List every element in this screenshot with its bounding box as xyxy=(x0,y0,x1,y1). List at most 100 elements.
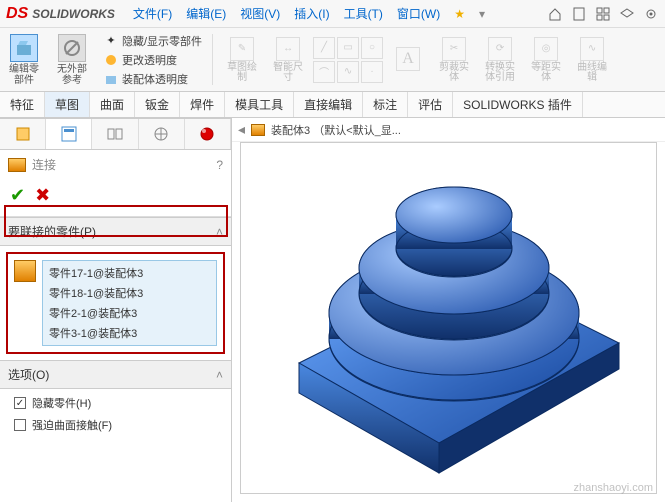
tab-sketch[interactable]: 草图 xyxy=(45,92,90,117)
hide-show-label: 隐藏/显示零部件 xyxy=(122,33,202,49)
scissors-icon: ✂ xyxy=(442,37,466,61)
convert-button[interactable]: ⟳ 转换实 体引用 xyxy=(479,32,521,88)
list-item[interactable]: 零件18-1@装配体3 xyxy=(45,283,214,303)
side-tab-feature-tree[interactable] xyxy=(0,119,46,149)
curve-button[interactable]: ∿ 曲线编 辑 xyxy=(571,32,613,88)
menu-tools[interactable]: 工具(T) xyxy=(338,2,389,25)
breadcrumb-row: ◂ 装配体3 （默认<默认_显... xyxy=(232,118,665,142)
ok-button[interactable]: ✔ xyxy=(10,185,25,206)
options-section-label: 选项(O) xyxy=(8,366,49,383)
side-tabstrip xyxy=(0,118,231,150)
parts-section-header[interactable]: 要联接的零件(P) ˄ xyxy=(0,217,231,246)
trim-label: 剪裁实 体 xyxy=(439,63,469,83)
model-render xyxy=(259,153,639,483)
side-tab-dimxpert[interactable] xyxy=(139,119,185,149)
tab-weldments[interactable]: 焊件 xyxy=(180,92,225,117)
menu-window[interactable]: 窗口(W) xyxy=(391,2,446,25)
no-ext-ref-button[interactable]: 无外部 参考 xyxy=(48,28,96,91)
menu-star[interactable]: ★ xyxy=(448,4,471,24)
text-tool-button[interactable]: A xyxy=(387,32,429,88)
trim-button[interactable]: ✂ 剪裁实 体 xyxy=(433,32,475,88)
change-trans-button[interactable]: 更改透明度 xyxy=(104,52,202,68)
collapse-icon[interactable]: ˄ xyxy=(216,368,223,382)
cube-trans-icon xyxy=(104,72,118,86)
convert-icon: ⟳ xyxy=(488,37,512,61)
logo-text: SOLIDWORKS xyxy=(32,7,115,21)
offset-button[interactable]: ◎ 等距实 体 xyxy=(525,32,567,88)
rect-tool-icon[interactable]: ▭ xyxy=(337,37,359,59)
hide-show-button[interactable]: ✦ 隐藏/显示零部件 xyxy=(104,33,202,49)
pencil-icon: ✎ xyxy=(230,37,254,61)
property-manager-panel: 连接 ? ✔ ✖ 要联接的零件(P) ˄ 零件17-1@装配体3 零件18-1@… xyxy=(0,118,232,502)
menu-insert[interactable]: 插入(I) xyxy=(288,2,335,25)
assembly-icon xyxy=(251,124,265,136)
force-surface-checkbox[interactable]: 强迫曲面接触(F) xyxy=(14,417,217,433)
line-tool-icon[interactable]: ╱ xyxy=(313,37,335,59)
menu-icon-group xyxy=(547,6,659,22)
menu-file[interactable]: 文件(F) xyxy=(127,2,178,25)
command-title-row: 连接 ? xyxy=(0,150,231,179)
help-icon[interactable]: ? xyxy=(216,158,223,172)
wand-icon: ✦ xyxy=(104,34,118,48)
hide-parts-checkbox[interactable]: ✓ 隐藏零件(H) xyxy=(14,395,217,411)
arc-tool-icon[interactable]: ⌒ xyxy=(313,61,335,83)
breadcrumb-back-icon[interactable]: ◂ xyxy=(238,121,245,138)
toolbar-right-group: ✎ 草图绘 制 ↔ 智能尺 寸 ╱ ▭ ○ ⌒ ∿ · A ✂ 剪裁实 体 ⟳ … xyxy=(215,28,665,91)
options-body: ✓ 隐藏零件(H) 强迫曲面接触(F) xyxy=(0,389,231,439)
side-tab-property-manager[interactable] xyxy=(46,119,92,149)
tab-directedit[interactable]: 直接编辑 xyxy=(294,92,363,117)
dimension-icon: ↔ xyxy=(276,37,300,61)
convert-label: 转换实 体引用 xyxy=(485,63,515,83)
edit-part-icon xyxy=(10,34,38,62)
visibility-group: ✦ 隐藏/显示零部件 更改透明度 装配体透明度 xyxy=(96,28,210,91)
app-logo: DS SOLIDWORKS xyxy=(6,5,115,23)
part-filter-icon[interactable] xyxy=(14,260,36,282)
cancel-button[interactable]: ✖ xyxy=(35,185,50,206)
sketch-tool-button[interactable]: ✎ 草图绘 制 xyxy=(221,32,263,88)
command-title: 连接 xyxy=(32,156,56,173)
breadcrumb-label[interactable]: 装配体3 （默认<默认_显... xyxy=(271,122,401,138)
tab-moldtools[interactable]: 模具工具 xyxy=(225,92,294,117)
checkbox-checked-icon: ✓ xyxy=(14,397,26,409)
logo-swirl-icon: DS xyxy=(6,5,28,23)
new-doc-icon[interactable] xyxy=(571,6,587,22)
sphere-icon xyxy=(104,53,118,67)
parts-selection-list[interactable]: 零件17-1@装配体3 零件18-1@装配体3 零件2-1@装配体3 零件3-1… xyxy=(42,260,217,346)
list-item[interactable]: 零件17-1@装配体3 xyxy=(45,263,214,283)
list-item[interactable]: 零件3-1@装配体3 xyxy=(45,323,214,343)
circle-tool-icon[interactable]: ○ xyxy=(361,37,383,59)
list-item[interactable]: 零件2-1@装配体3 xyxy=(45,303,214,323)
grid-icon[interactable] xyxy=(595,6,611,22)
change-trans-label: 更改透明度 xyxy=(122,52,177,68)
layers-icon[interactable] xyxy=(619,6,635,22)
tab-annotate[interactable]: 标注 xyxy=(363,92,408,117)
assy-trans-button[interactable]: 装配体透明度 xyxy=(104,71,202,87)
menu-view[interactable]: 视图(V) xyxy=(234,2,286,25)
tab-features[interactable]: 特征 xyxy=(0,92,45,117)
menu-edit[interactable]: 编辑(E) xyxy=(180,2,232,25)
tab-surface[interactable]: 曲面 xyxy=(90,92,135,117)
smart-dim-button[interactable]: ↔ 智能尺 寸 xyxy=(267,32,309,88)
text-icon: A xyxy=(396,47,420,71)
tab-evaluate[interactable]: 评估 xyxy=(408,92,453,117)
tab-plugins[interactable]: SOLIDWORKS 插件 xyxy=(453,92,583,117)
parts-section-label: 要联接的零件(P) xyxy=(8,223,96,240)
graphics-viewport[interactable]: ◂ 装配体3 （默认<默认_显... xyxy=(232,118,665,502)
spline-tool-icon[interactable]: ∿ xyxy=(337,61,359,83)
parts-to-join-box: 零件17-1@装配体3 零件18-1@装配体3 零件2-1@装配体3 零件3-1… xyxy=(6,252,225,354)
edit-part-button[interactable]: 编辑零 部件 xyxy=(0,28,48,91)
sketch-tools-grid: ╱ ▭ ○ ⌒ ∿ · xyxy=(313,37,383,83)
model-view[interactable] xyxy=(240,142,657,494)
gear-icon[interactable] xyxy=(643,6,659,22)
offset-label: 等距实 体 xyxy=(531,63,561,83)
side-tab-config[interactable] xyxy=(92,119,138,149)
edit-part-label: 编辑零 部件 xyxy=(9,64,39,86)
options-section-header[interactable]: 选项(O) ˄ xyxy=(0,360,231,389)
tab-sheetmetal[interactable]: 钣金 xyxy=(135,92,180,117)
collapse-icon[interactable]: ˄ xyxy=(216,225,223,239)
point-tool-icon[interactable]: · xyxy=(361,61,383,83)
menu-dropdown[interactable]: ▾ xyxy=(473,4,491,24)
side-tab-display[interactable] xyxy=(185,119,231,149)
curve-edit-icon: ∿ xyxy=(580,37,604,61)
home-icon[interactable] xyxy=(547,6,563,22)
